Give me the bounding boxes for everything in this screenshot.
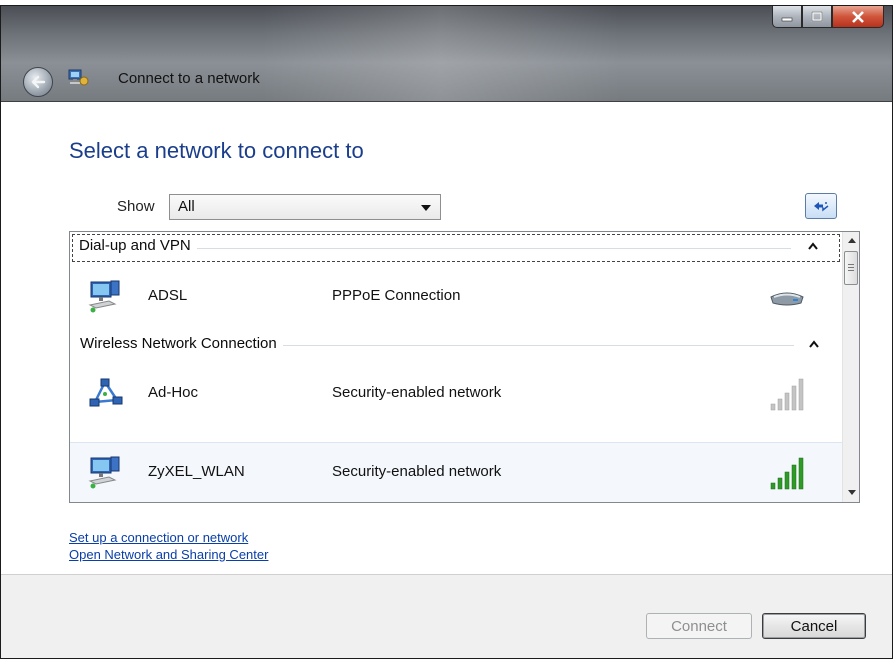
collapse-chevron-icon[interactable] [808, 242, 818, 250]
window-controls [772, 6, 884, 30]
close-button[interactable] [832, 6, 884, 28]
scroll-up-button[interactable] [844, 233, 859, 249]
group-name: Wireless Network Connection [80, 335, 283, 352]
group-header-wireless[interactable]: Wireless Network Connection [70, 332, 842, 360]
scroll-down-button[interactable] [844, 485, 859, 501]
show-filter-label: Show [117, 198, 155, 215]
signal-strength-icon [770, 457, 804, 490]
refresh-icon [814, 202, 829, 212]
setup-connection-link[interactable]: Set up a connection or network [69, 530, 248, 545]
back-button[interactable] [23, 67, 53, 97]
group-name: Dial-up and VPN [79, 237, 197, 254]
signal-strength-icon [770, 378, 804, 411]
maximize-button[interactable] [802, 6, 832, 28]
scroll-up-icon [847, 238, 856, 243]
network-list: Dial-up and VPN ADSL PPPoE Connection Wi… [69, 231, 860, 503]
adhoc-network-icon [89, 378, 123, 407]
dialog-window: Connect to a network Select a network to… [0, 5, 893, 659]
network-description: Security-enabled network [332, 463, 502, 480]
wizard-title: Connect to a network [118, 70, 260, 87]
network-name: ADSL [148, 287, 188, 304]
scroll-down-icon [847, 490, 856, 495]
network-description: Security-enabled network [332, 384, 502, 401]
scroll-thumb[interactable] [844, 251, 858, 285]
minimize-icon [781, 17, 793, 21]
network-computer-icon [88, 456, 120, 489]
network-sharing-center-link[interactable]: Open Network and Sharing Center [69, 547, 268, 562]
network-wizard-icon [68, 69, 89, 86]
list-scrollbar[interactable] [842, 232, 859, 502]
network-row-adhoc[interactable]: Ad-Hoc Security-enabled network [70, 364, 842, 424]
page-heading: Select a network to connect to [69, 138, 364, 163]
modem-icon [770, 292, 804, 306]
group-header-dialup[interactable]: Dial-up and VPN [72, 234, 840, 262]
network-row-adsl[interactable]: ADSL PPPoE Connection [70, 267, 842, 327]
button-bar: Connect Cancel [1, 575, 892, 658]
close-icon [852, 10, 864, 23]
chevron-down-icon [421, 205, 431, 211]
back-arrow-icon [31, 75, 46, 89]
minimize-button[interactable] [772, 6, 802, 28]
connect-button[interactable]: Connect [646, 613, 752, 639]
network-computer-icon [88, 280, 120, 313]
network-row-zyxel-wlan[interactable]: ZyXEL_WLAN Security-enabled network [70, 442, 842, 502]
refresh-button[interactable] [805, 193, 837, 219]
collapse-chevron-icon[interactable] [809, 340, 819, 348]
cancel-button[interactable]: Cancel [762, 613, 866, 639]
network-name: ZyXEL_WLAN [148, 463, 245, 480]
show-filter-value: All [178, 198, 195, 215]
content-area: Select a network to connect to Show All … [1, 101, 892, 575]
network-description: PPPoE Connection [332, 287, 461, 304]
title-bar: Connect to a network [1, 6, 892, 101]
maximize-icon [811, 11, 823, 22]
show-filter-dropdown[interactable]: All [169, 194, 441, 220]
network-name: Ad-Hoc [148, 384, 199, 401]
